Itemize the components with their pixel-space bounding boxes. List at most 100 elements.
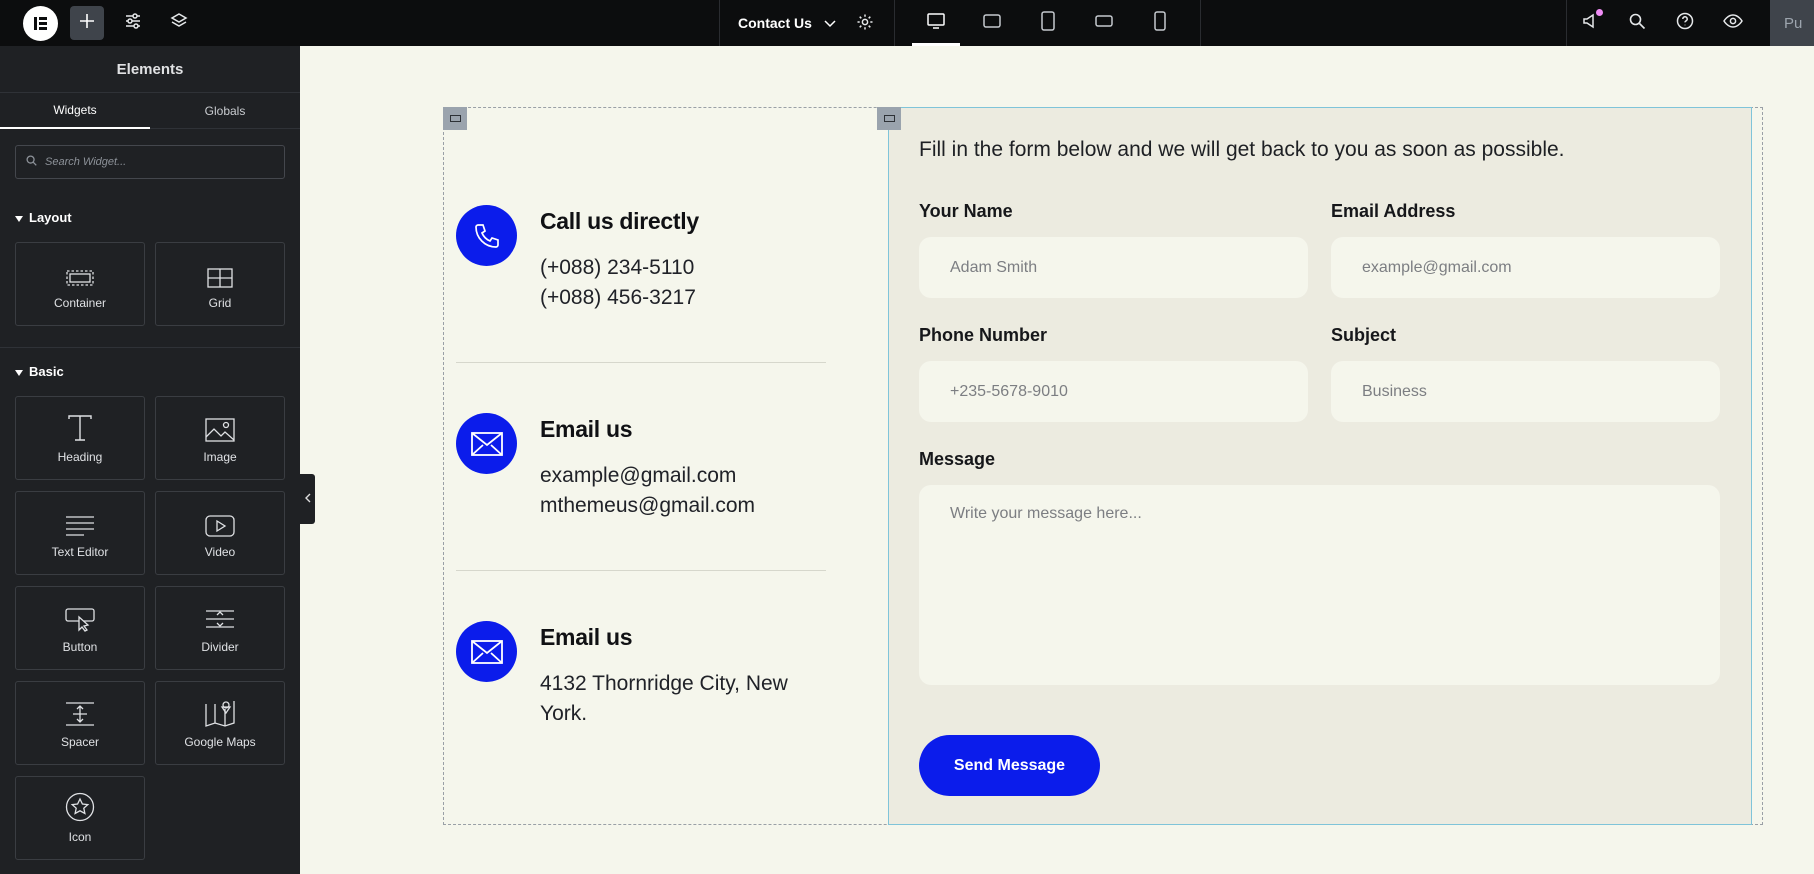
contact-info-text: (+088) 234-5110 (+088) 456-3217 (540, 253, 840, 313)
tab-globals[interactable]: Globals (150, 93, 300, 129)
envelope-icon (456, 413, 517, 474)
mobile-landscape-device-button[interactable] (1076, 0, 1132, 46)
widget-image[interactable]: Image (155, 396, 285, 480)
contact-info-text: example@gmail.com mthemeus@gmail.com (540, 461, 840, 521)
form-intro: Fill in the form below and we will get b… (919, 138, 1565, 161)
widget-label: Icon (68, 830, 92, 844)
sliders-icon (124, 12, 142, 35)
panel-tabs: Widgets Globals (0, 93, 300, 129)
message-field[interactable] (919, 485, 1720, 685)
widget-label: Image (203, 450, 237, 464)
search-button[interactable] (1620, 6, 1654, 40)
name-field[interactable] (919, 237, 1308, 298)
responsive-mode-switcher (896, 0, 1201, 46)
text-editor-icon (65, 507, 95, 537)
help-icon (1676, 12, 1694, 35)
google-maps-icon (205, 697, 235, 727)
send-message-button[interactable]: Send Message (919, 735, 1100, 796)
plus-icon (79, 13, 95, 34)
chevron-left-icon (304, 490, 311, 508)
phone-number: (+088) 456-3217 (540, 286, 696, 309)
subject-field[interactable] (1331, 361, 1720, 422)
widget-button[interactable]: Button (15, 586, 145, 670)
address-text: 4132 Thornridge City, New York. (540, 672, 788, 725)
phone-number: (+088) 234-5110 (540, 256, 695, 279)
name-label: Your Name (919, 201, 1013, 221)
category-basic[interactable]: Basic (15, 364, 64, 379)
mobile-landscape-icon (1094, 13, 1114, 34)
category-label: Layout (29, 210, 72, 225)
search-widget-input[interactable] (45, 156, 265, 168)
phone-icon (456, 205, 517, 266)
search-icon (26, 153, 37, 171)
mobile-portrait-icon (1153, 10, 1167, 36)
category-divider (0, 347, 300, 348)
widget-spacer[interactable]: Spacer (15, 681, 145, 765)
elements-panel: Elements Widgets Globals Layout Containe… (0, 46, 300, 874)
contact-info-column[interactable]: Call us directly (+088) 234-5110 (+088) … (444, 108, 877, 824)
search-icon (1628, 12, 1646, 35)
widget-google-maps[interactable]: Google Maps (155, 681, 285, 765)
widget-label: Google Maps (184, 735, 256, 749)
subject-label: Subject (1331, 325, 1397, 345)
widget-label: Button (62, 640, 98, 654)
divider (456, 362, 826, 363)
image-icon (205, 412, 235, 442)
contact-info-title: Call us directly (540, 208, 699, 234)
structure-button[interactable] (162, 6, 196, 40)
email-label: Email Address (1331, 201, 1456, 221)
widget-label: Text Editor (51, 545, 109, 559)
widget-label: Video (204, 545, 236, 559)
widget-divider[interactable]: Divider (155, 586, 285, 670)
collapse-panel-button[interactable] (300, 474, 315, 524)
whats-new-button[interactable] (1573, 6, 1607, 40)
tablet-portrait-device-button[interactable] (1020, 0, 1076, 46)
tab-widgets[interactable]: Widgets (0, 93, 150, 129)
page-settings-gear-icon[interactable] (856, 13, 874, 34)
mobile-portrait-device-button[interactable] (1132, 0, 1188, 46)
widget-container[interactable]: Container (15, 242, 145, 326)
editor-topbar: Contact Us Pu (0, 0, 1814, 46)
page-name: Contact Us (738, 15, 812, 31)
widget-icon[interactable]: Icon (15, 776, 145, 860)
email-address: mthemeus@gmail.com (540, 494, 756, 517)
elementor-logo-icon[interactable] (23, 6, 58, 41)
container-icon (66, 258, 94, 288)
preview-button[interactable] (1716, 6, 1750, 40)
email-field[interactable] (1331, 237, 1720, 298)
layers-icon (170, 12, 188, 35)
phone-field[interactable] (919, 361, 1308, 422)
contact-form-column[interactable]: Fill in the form below and we will get b… (888, 107, 1752, 825)
publish-button[interactable]: Pu (1770, 0, 1814, 46)
grid-icon (206, 258, 234, 288)
tablet-portrait-icon (1040, 10, 1056, 36)
desktop-device-button[interactable] (908, 0, 964, 46)
widget-search (15, 145, 285, 179)
envelope-icon (456, 621, 517, 682)
category-layout[interactable]: Layout (15, 210, 72, 225)
page-selector[interactable]: Contact Us (719, 0, 895, 46)
publish-label: Pu (1784, 14, 1803, 32)
notification-dot (1596, 8, 1603, 16)
divider (456, 570, 826, 571)
star-icon (65, 792, 95, 822)
widget-video[interactable]: Video (155, 491, 285, 575)
heading-icon (66, 412, 94, 442)
laptop-device-button[interactable] (964, 0, 1020, 46)
contact-info-title: Email us (540, 624, 633, 650)
site-settings-button[interactable] (116, 6, 150, 40)
eye-icon (1723, 13, 1743, 34)
widget-label: Grid (208, 296, 232, 310)
widget-label: Divider (201, 640, 239, 654)
widget-heading[interactable]: Heading (15, 396, 145, 480)
contact-info-title: Email us (540, 416, 633, 442)
column-handle-icon[interactable] (877, 107, 901, 130)
widget-grid[interactable]: Grid (155, 242, 285, 326)
help-button[interactable] (1668, 6, 1702, 40)
video-icon (205, 507, 235, 537)
widget-text-editor[interactable]: Text Editor (15, 491, 145, 575)
caret-down-icon (15, 364, 23, 379)
desktop-icon (926, 12, 946, 35)
widget-label: Spacer (60, 735, 100, 749)
add-element-button[interactable] (70, 6, 104, 40)
